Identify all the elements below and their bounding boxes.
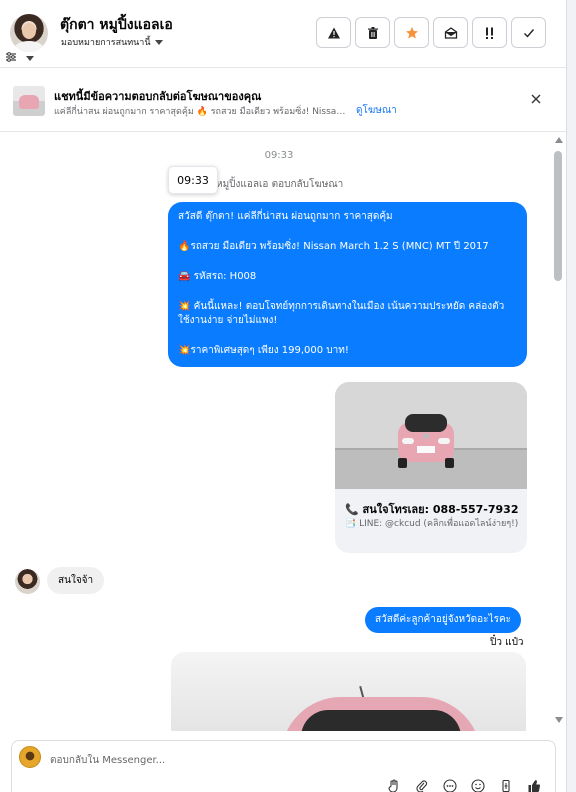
close-icon[interactable] (529, 92, 543, 106)
contact-avatar[interactable] (10, 14, 48, 52)
like-icon[interactable] (526, 778, 542, 792)
time-tooltip: 09:33 (168, 166, 218, 194)
contact-name[interactable]: ตุ๊กตา หมูปิ้งแอลเอ (60, 14, 173, 36)
star-button[interactable] (394, 17, 429, 48)
scroll-down-icon[interactable] (555, 717, 563, 723)
ad-reply-banner: แชทนี้มีข้อความตอบกลับต่อโฆษณาของคุณ แค่… (0, 69, 566, 132)
message-timestamp: 09:33 (264, 150, 294, 161)
scrollbar-thumb[interactable] (554, 151, 562, 281)
tag-icon[interactable] (498, 778, 514, 792)
scroll-up-icon[interactable] (555, 137, 563, 143)
mark-unread-button[interactable] (433, 17, 468, 48)
follow-up-button[interactable] (472, 17, 507, 48)
outgoing-message[interactable]: สวัสดีค่ะลูกค้าอยู่จังหวัดอะไรคะ (365, 607, 522, 633)
ad-snippet: แค่ลีกี่น่าสน ผ่อนถูกมาก ราคาสุดคุ้ม 🔥 ร… (54, 107, 348, 117)
ad-banner-title: แชทนี้มีข้อความตอบกลับต่อโฆษณาของคุณ (54, 90, 262, 103)
chevron-down-icon (154, 39, 163, 45)
star-icon (405, 26, 418, 38)
message-thread[interactable]: 09:33 หมูปิ้งแอลเอ ตอบกลับโฆษณา 09:33 สว… (0, 133, 566, 731)
ad-message-line: 🔥รถสวย มือเดียว พร้อมซิ่ง! Nissan March … (178, 241, 489, 252)
warning-icon (327, 27, 340, 38)
thread-scrollbar[interactable] (552, 133, 564, 731)
ad-message-line: 🚘 รหัสรถ: H008 (178, 271, 257, 282)
done-button[interactable] (511, 17, 546, 48)
contact-avatar-small[interactable] (15, 569, 40, 594)
car-shape (19, 95, 39, 109)
paperclip-icon[interactable] (414, 778, 430, 792)
composer-tools (386, 778, 542, 792)
sliders-icon[interactable] (5, 51, 19, 63)
car-image (398, 414, 454, 468)
spam-button[interactable] (316, 17, 351, 48)
message-composer[interactable]: ตอบกลับใน Messenger... (11, 740, 556, 792)
ad-message-line: 💥 คันนี้แหละ! ตอบโจทย์ทุกการเดินทางในเมื… (178, 301, 505, 326)
assign-conversation[interactable]: มอบหมายการสนทนานี้ (61, 35, 163, 49)
flag-icon (485, 27, 493, 39)
page-avatar (19, 746, 41, 768)
ad-reply-note: หมูปิ้งแอลเอ ตอบกลับโฆษณา (216, 179, 344, 190)
car-photo-message[interactable] (171, 652, 526, 731)
avatar-face (22, 23, 36, 39)
emoji-icon[interactable] (470, 778, 486, 792)
trash-icon (367, 26, 378, 39)
ad-message-line: 💥ราคาพิเศษสุดๆ เพียง 199,000 บาท! (178, 345, 349, 356)
assign-label: มอบหมายการสนทนานี้ (61, 38, 151, 48)
ad-card[interactable]: 📞 สนใจโทรเลย: 088-557-7932 📑 LINE: @ckcu… (335, 382, 527, 553)
card-line-contact[interactable]: 📑 LINE: @ckcud (คลิกเพื่อแอดไลน์ง่ายๆ!) (345, 517, 523, 531)
card-phone[interactable]: 📞 สนใจโทรเลย: 088-557-7932 (345, 500, 519, 518)
ad-thumbnail[interactable] (13, 86, 45, 116)
conversation-toolbar (316, 17, 546, 48)
view-ad-link[interactable]: ดูโฆษณา (356, 103, 397, 118)
check-icon (523, 28, 534, 38)
ad-message-line: สวัสดี ตุ๊กตา! แค่ลีกี่น่าสน ผ่อนถูกมาก … (178, 211, 393, 222)
delete-button[interactable] (355, 17, 390, 48)
ad-message-bubble[interactable]: สวัสดี ตุ๊กตา! แค่ลีกี่น่าสน ผ่อนถูกมาก … (168, 202, 527, 367)
more-icon[interactable] (442, 778, 458, 792)
window-edge (566, 0, 576, 792)
hand-icon[interactable] (386, 778, 402, 792)
car-photo[interactable] (335, 382, 527, 489)
incoming-message[interactable]: สนใจจ้า (47, 567, 105, 594)
envelope-open-icon (444, 26, 457, 39)
car-window (301, 710, 461, 731)
chevron-down-icon[interactable] (26, 51, 36, 61)
reply-input[interactable]: ตอบกลับใน Messenger... (50, 753, 165, 768)
sender-name: ปิ๋ว แป๋ว (490, 637, 524, 648)
conversation-header: ตุ๊กตา หมูปิ้งแอลเอ มอบหมายการสนทนานี้ (0, 0, 566, 68)
